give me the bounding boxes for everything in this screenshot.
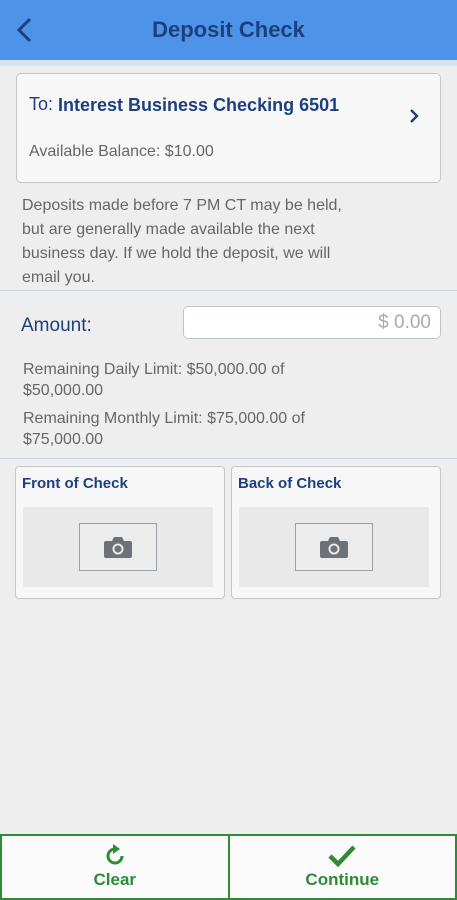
continue-label: Continue <box>305 870 380 889</box>
deposit-notice: Deposits made before 7 PM CT may be held… <box>22 197 342 286</box>
chevron-right-icon <box>410 109 419 123</box>
app-header: Deposit Check <box>0 0 457 60</box>
camera-icon <box>104 537 132 558</box>
amount-input[interactable] <box>183 306 441 339</box>
available-balance: Available Balance: $10.00 <box>29 143 214 160</box>
to-account-selector[interactable]: To: Interest Business Checking 6501 Avai… <box>16 73 441 183</box>
camera-icon <box>320 537 348 558</box>
front-check-card: Front of Check <box>15 466 225 599</box>
bottom-action-bar: Clear Continue <box>0 834 457 900</box>
account-name: Interest Business Checking 6501 <box>58 95 340 115</box>
divider <box>0 458 457 459</box>
back-check-card: Back of Check <box>231 466 441 599</box>
monthly-limit: Remaining Monthly Limit: $75,000.00 of $… <box>23 410 305 448</box>
clear-button[interactable]: Clear <box>0 834 229 900</box>
front-photo-area <box>23 507 213 587</box>
header-subbar <box>0 60 457 66</box>
refresh-icon <box>106 844 124 865</box>
chevron-left-icon <box>16 17 32 43</box>
checkmark-icon <box>328 845 356 868</box>
amount-label: Amount: <box>21 315 92 336</box>
back-photo-area <box>239 507 429 587</box>
front-camera-button[interactable] <box>79 523 157 571</box>
back-button[interactable] <box>14 16 36 44</box>
front-check-label: Front of Check <box>22 475 128 492</box>
continue-button[interactable]: Continue <box>228 834 457 900</box>
page-title: Deposit Check <box>152 17 305 42</box>
to-label: To: <box>29 94 54 114</box>
clear-label: Clear <box>93 870 137 889</box>
daily-limit: Remaining Daily Limit: $50,000.00 of $50… <box>23 361 285 399</box>
divider <box>0 290 457 291</box>
back-check-label: Back of Check <box>238 475 342 492</box>
back-camera-button[interactable] <box>295 523 373 571</box>
